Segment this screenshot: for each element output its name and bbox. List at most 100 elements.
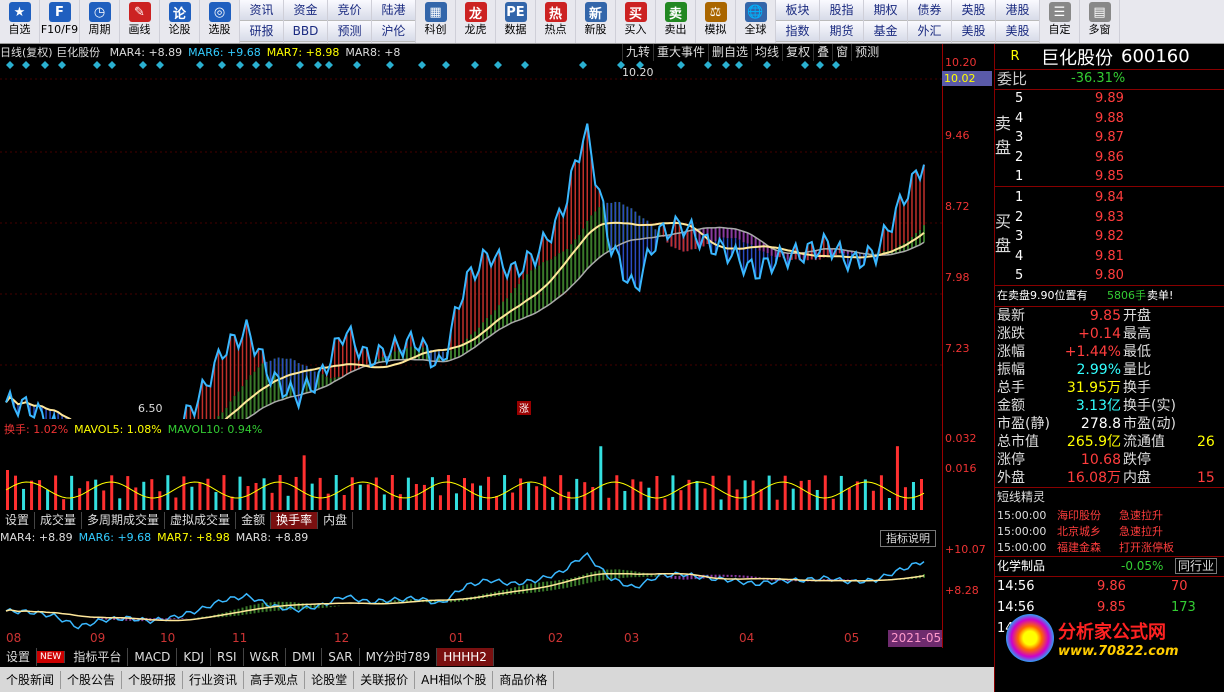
- jingling-title: 短线精灵: [997, 490, 1046, 504]
- toolbar-icon-buttons2-2: PE: [504, 2, 527, 22]
- volume-bar: [767, 475, 771, 510]
- volume-bar: [46, 489, 50, 510]
- toolbar-button-buttons2-7[interactable]: ⚖ 模拟: [696, 0, 736, 43]
- toolbar-button-buttons-0[interactable]: ★ 自选: [0, 0, 40, 43]
- toolbar-label: 全球: [744, 23, 767, 36]
- toolbar-pair-button[interactable]: 指数: [776, 21, 819, 42]
- toolbar-button-buttons2-8[interactable]: 🌐 全球: [736, 0, 776, 43]
- indicator-tab-0[interactable]: 设置: [0, 648, 38, 666]
- bottom-tab-0[interactable]: 个股新闻: [0, 670, 62, 689]
- toolbar-button-buttons-1[interactable]: F F10/F9: [40, 0, 80, 43]
- bottom-tab-6[interactable]: 关联报价: [354, 670, 416, 689]
- jingling-item[interactable]: 15:00:00 海印股份 急速拉升: [995, 508, 1224, 524]
- bottom-tab-7[interactable]: AH相似个股: [415, 670, 494, 689]
- sub-tab-5[interactable]: 换手率: [271, 512, 319, 529]
- toolbar-pair-button[interactable]: 沪伦: [372, 21, 415, 42]
- top-button-0[interactable]: 九转: [622, 44, 653, 61]
- sell-row: 1 9.85: [995, 168, 1224, 186]
- indicator-tab-6[interactable]: DMI: [286, 648, 323, 666]
- bottom-tab-4[interactable]: 高手观点: [244, 670, 306, 689]
- toolbar-button-buttons-4[interactable]: 论论股: [160, 0, 200, 43]
- toolbar-pair-button[interactable]: 港股: [996, 0, 1039, 21]
- stat-value: +1.44%: [1064, 344, 1121, 360]
- toolbar-pair-button[interactable]: 预测: [328, 21, 371, 42]
- sub-tab-6[interactable]: 内盘: [318, 512, 354, 529]
- sub-tab-0[interactable]: 设置: [0, 512, 36, 529]
- indicator-chart[interactable]: [0, 546, 942, 630]
- toolbar-button-buttons-5[interactable]: ◎ 选股: [200, 0, 240, 43]
- bottom-tabs: 个股新闻 个股公告 个股研报 行业资讯 高手观点 论股堂 关联报价 AH相似个股 商品价格: [0, 667, 994, 692]
- indicator-tab-8[interactable]: MY分时789: [360, 648, 438, 666]
- jingling-item[interactable]: 15:00:00 福建金森 打开涨停板: [995, 540, 1224, 556]
- toolbar-button-buttons2-1[interactable]: 龙龙虎: [456, 0, 496, 43]
- toolbar-pair-button[interactable]: 基金: [864, 21, 907, 42]
- sub-tab-4[interactable]: 金额: [236, 512, 272, 529]
- volume-bar: [406, 477, 410, 510]
- toolbar-button-buttons2-2[interactable]: PE 数据: [496, 0, 536, 43]
- volume-bar: [222, 475, 226, 510]
- indicator-tab-3[interactable]: KDJ: [177, 648, 211, 666]
- indicator-tab-5[interactable]: W&R: [244, 648, 287, 666]
- toolbar-pair-button[interactable]: 板块: [776, 0, 819, 21]
- indicator-tab-9[interactable]: HHHH2: [437, 648, 494, 666]
- toolbar-pair-button[interactable]: 期权: [864, 0, 907, 21]
- top-button-4[interactable]: 复权: [782, 44, 813, 61]
- toolbar-button-buttons-2[interactable]: ◷ 周期: [80, 0, 120, 43]
- indicator-tab-2[interactable]: MACD: [128, 648, 178, 666]
- volume-bar: [278, 475, 282, 510]
- indicator-explain-button[interactable]: 指标说明: [880, 530, 936, 547]
- toolbar-button-buttons2-4[interactable]: 新新股: [576, 0, 616, 43]
- top-button-6[interactable]: 窗: [832, 44, 851, 61]
- kline-chart[interactable]: 10.20 6.50 涨: [0, 61, 942, 419]
- indicator-tab-1[interactable]: 指标平台: [67, 648, 129, 666]
- top-button-5[interactable]: 叠: [813, 44, 832, 61]
- toolbar-button-buttons2-3[interactable]: 热热点: [536, 0, 576, 43]
- toolbar-button-buttons3-0[interactable]: ☰ 自定: [1040, 0, 1080, 43]
- bottom-tab-5[interactable]: 论股堂: [305, 670, 355, 689]
- sell-price: 9.87: [1095, 130, 1124, 145]
- toolbar-button-buttons-3[interactable]: ✎ 画线: [120, 0, 160, 43]
- toolbar-pair-button[interactable]: 美股: [996, 21, 1039, 42]
- toolbar-button-buttons3-1[interactable]: ▤ 多窗: [1080, 0, 1120, 43]
- bottom-tab-1[interactable]: 个股公告: [61, 670, 123, 689]
- toolbar-label: 卖出: [664, 23, 687, 36]
- industry-button[interactable]: 同行业: [1175, 558, 1218, 574]
- toolbar-pair-button[interactable]: 股指: [820, 0, 863, 21]
- x-label: 01: [449, 631, 465, 645]
- toolbar-pair-button[interactable]: 外汇: [908, 21, 951, 42]
- toolbar-pair-button[interactable]: 陆港: [372, 0, 415, 21]
- x-label: 04: [739, 631, 755, 645]
- sub-tab-3[interactable]: 虚拟成交量: [165, 512, 237, 529]
- buy-row: 3 9.82: [995, 228, 1224, 246]
- toolbar-pair-button[interactable]: 英股: [952, 0, 995, 21]
- jingling-item[interactable]: 15:00:00 北京城乡 急速拉升: [995, 524, 1224, 540]
- sub-tab-2[interactable]: 多周期成交量: [82, 512, 166, 529]
- top-button-1[interactable]: 重大事件: [653, 44, 708, 61]
- sub-tab-1[interactable]: 成交量: [35, 512, 83, 529]
- stat-value: +0.14: [1078, 326, 1121, 342]
- volume-bar: [639, 481, 643, 510]
- toolbar-pair-button[interactable]: 资讯: [240, 0, 283, 21]
- turnover-chart[interactable]: [0, 430, 942, 512]
- bottom-tab-2[interactable]: 个股研报: [122, 670, 184, 689]
- top-button-7[interactable]: 预测: [851, 44, 882, 61]
- toolbar-pair-button[interactable]: 期货: [820, 21, 863, 42]
- bottom-tab-8[interactable]: 商品价格: [493, 670, 555, 689]
- notice-text: 在卖盘9.90位置有: [997, 289, 1088, 302]
- bottom-tab-3[interactable]: 行业资讯: [183, 670, 245, 689]
- toolbar-pair-button[interactable]: 资金: [284, 0, 327, 21]
- volume-bar: [350, 477, 354, 510]
- toolbar-pair-button[interactable]: 竞价: [328, 0, 371, 21]
- toolbar-button-buttons2-6[interactable]: 卖卖出: [656, 0, 696, 43]
- toolbar-pair-button[interactable]: 美股: [952, 21, 995, 42]
- toolbar-button-buttons2-0[interactable]: ▦ 科创: [416, 0, 456, 43]
- top-button-3[interactable]: 均线: [751, 44, 782, 61]
- toolbar-pair-button[interactable]: BBD: [284, 21, 327, 42]
- indicator-tab-4[interactable]: RSI: [211, 648, 244, 666]
- toolbar-label: 数据: [504, 23, 527, 36]
- top-button-2[interactable]: 删自选: [708, 44, 751, 61]
- toolbar-pair-button[interactable]: 债券: [908, 0, 951, 21]
- indicator-tab-7[interactable]: SAR: [322, 648, 360, 666]
- toolbar-button-buttons2-5[interactable]: 买买入: [616, 0, 656, 43]
- toolbar-pair-button[interactable]: 研报: [240, 21, 283, 42]
